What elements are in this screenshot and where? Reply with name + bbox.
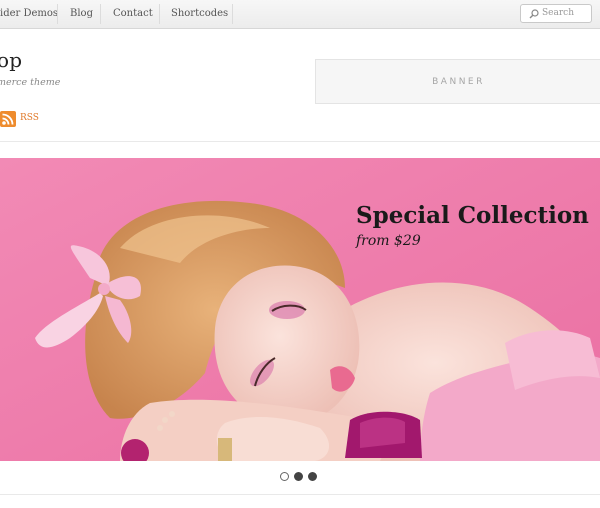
nav-divider [232, 4, 233, 24]
banner-label: BANNER [432, 77, 485, 87]
slider-dot-3[interactable] [308, 472, 317, 481]
nav-divider [100, 4, 101, 24]
nav-item-slider-demos[interactable]: ider Demos [0, 8, 58, 19]
search-input[interactable]: Search [520, 4, 592, 23]
nav-item-blog[interactable]: Blog [70, 8, 93, 19]
rss-link[interactable]: RSS [20, 113, 39, 123]
nav-item-contact[interactable]: Contact [113, 8, 153, 19]
search-placeholder: Search [542, 8, 574, 18]
header-banner[interactable]: BANNER [315, 59, 600, 104]
nav-divider [159, 4, 160, 24]
nav-divider [57, 4, 58, 24]
rss-icon[interactable] [0, 111, 16, 127]
slider-dot-1[interactable] [280, 472, 289, 481]
nav-item-shortcodes[interactable]: Shortcodes [171, 8, 228, 19]
content-divider [0, 494, 600, 495]
header-divider [0, 141, 600, 142]
site-title[interactable]: op [0, 48, 22, 72]
slide-title[interactable]: Special Collection [356, 202, 589, 229]
slider-dot-2[interactable] [294, 472, 303, 481]
top-nav-bar: ider Demos Blog Contact Shortcodes Searc… [0, 0, 600, 29]
search-icon [529, 9, 539, 19]
slide-subtitle: from $29 [356, 233, 421, 249]
site-tagline: merce theme [0, 77, 61, 88]
